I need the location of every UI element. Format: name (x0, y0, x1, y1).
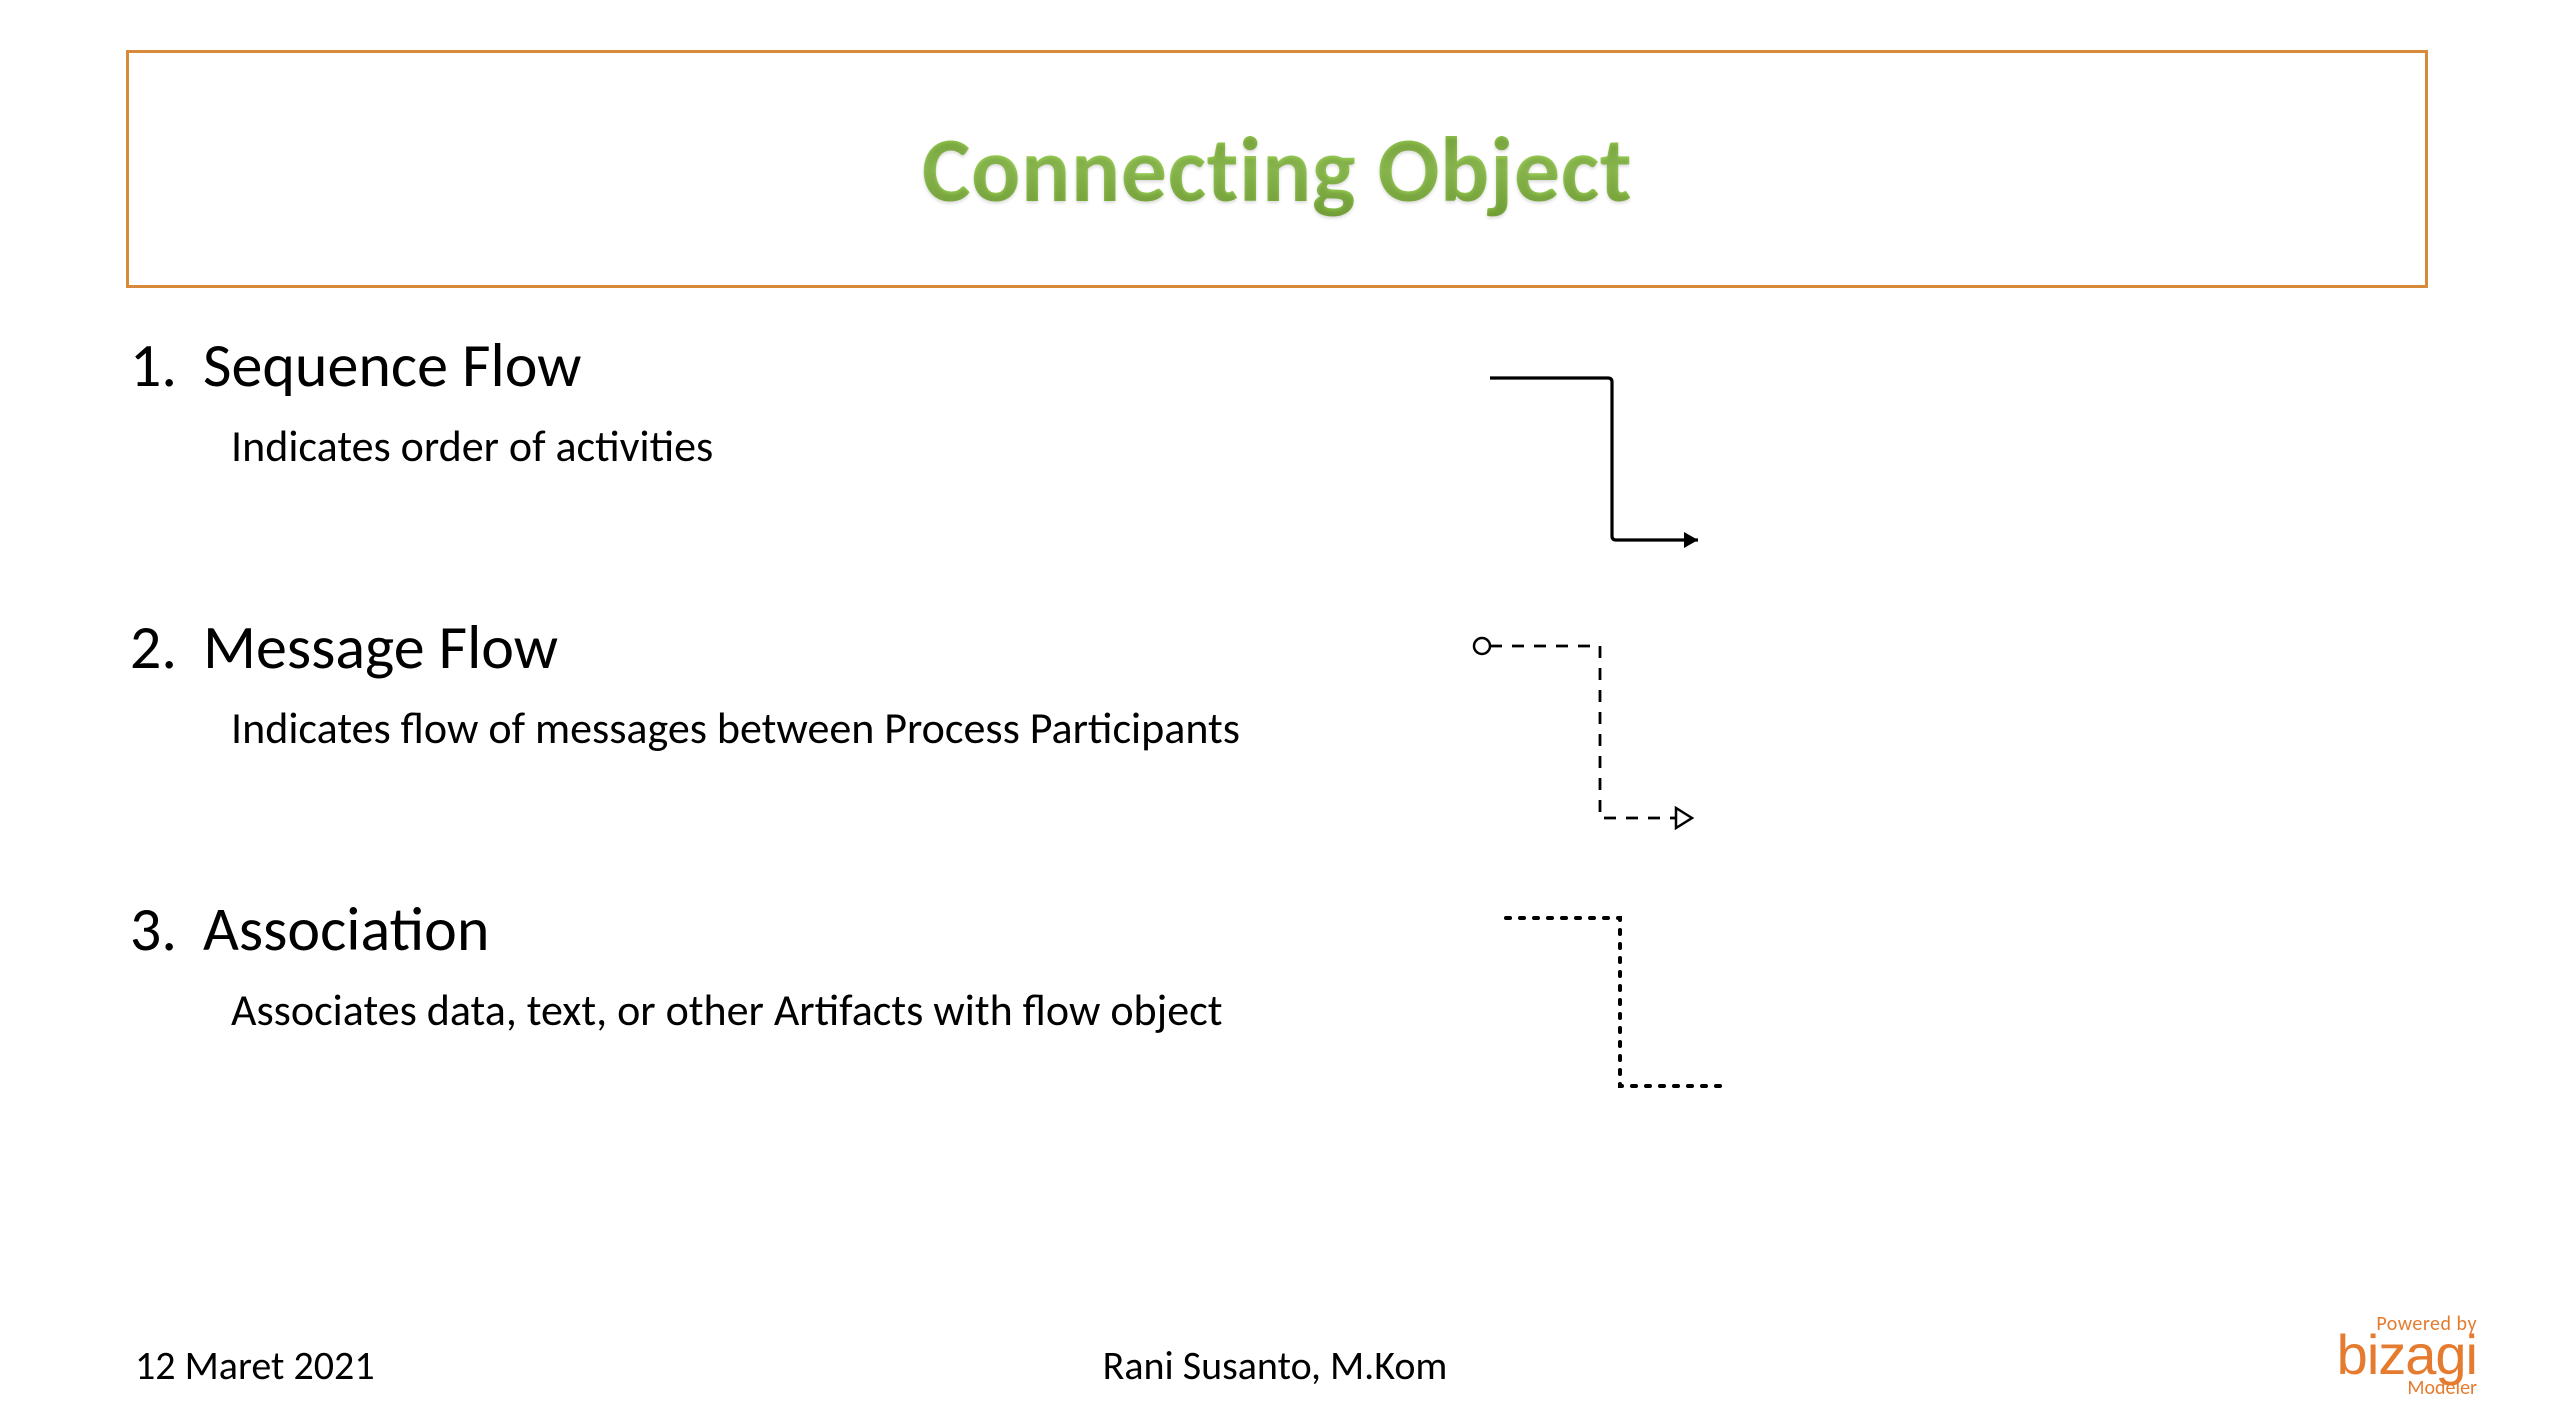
item-name: Association (203, 891, 489, 967)
item-name: Message Flow (203, 609, 558, 685)
message-flow-icon (1470, 630, 1750, 840)
logo-brand: bizagi (2337, 1330, 2477, 1380)
content-area: Sequence Flow Indicates order of activit… (135, 330, 1435, 1176)
item-desc: Indicates order of activities (231, 421, 1435, 472)
footer: 12 Maret 2021 Rani Susanto, M.Kom (135, 1341, 2415, 1390)
footer-date: 12 Maret 2021 (135, 1341, 375, 1390)
diagrams-column (1470, 360, 1750, 1170)
sequence-flow-icon (1470, 360, 1750, 570)
title-box: Connecting Object (126, 50, 2428, 288)
item-desc: Indicates flow of messages between Proce… (231, 703, 1435, 754)
footer-author: Rani Susanto, M.Kom (1103, 1341, 1448, 1390)
association-icon (1470, 900, 1750, 1110)
item-name: Sequence Flow (203, 327, 581, 403)
slide: Connecting Object Sequence Flow Indicate… (0, 0, 2552, 1418)
list-item: Association Associates data, text, or ot… (191, 894, 1435, 1036)
item-desc: Associates data, text, or other Artifact… (231, 985, 1435, 1036)
slide-title: Connecting Object (922, 113, 1632, 226)
list-item: Message Flow Indicates flow of messages … (191, 612, 1435, 754)
bizagi-logo: Powered by bizagi Modeler (2337, 1312, 2477, 1400)
list-item: Sequence Flow Indicates order of activit… (191, 330, 1435, 472)
items-list: Sequence Flow Indicates order of activit… (135, 330, 1435, 1036)
